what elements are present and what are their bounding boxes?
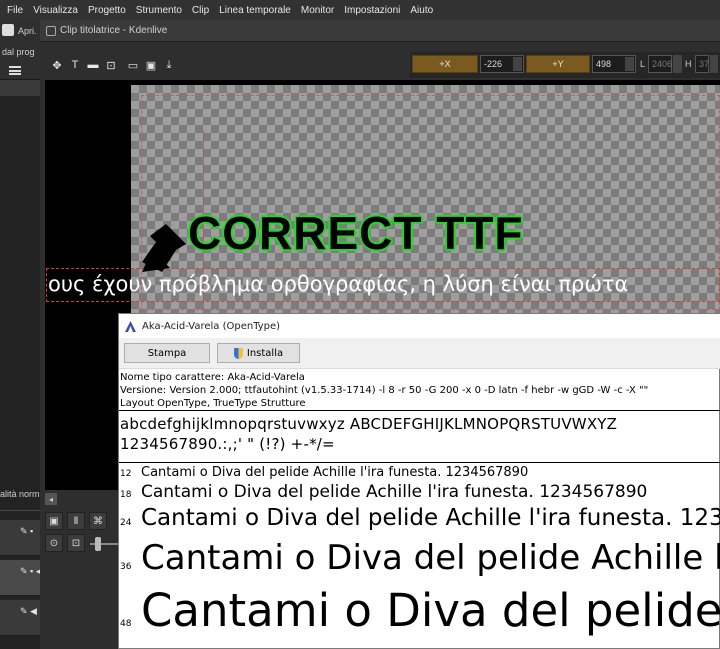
sample-size-12: 12 — [120, 469, 132, 479]
height-value: 37 — [699, 59, 709, 69]
sample-text-36: Cantami o Diva del pelide Achille l'ira … — [141, 538, 720, 578]
menu-view[interactable]: Visualizza — [28, 5, 83, 16]
align-fit-icon[interactable]: ⌘ — [89, 512, 107, 530]
x-button[interactable]: +X — [412, 55, 478, 73]
bin-row[interactable] — [0, 80, 40, 96]
menu-settings[interactable]: Impostazioni — [339, 5, 405, 16]
text-tool-icon[interactable]: T — [66, 56, 84, 74]
shield-icon — [233, 347, 243, 359]
font-viewer-titlebar: Aka-Acid-Varela (OpenType) — [119, 314, 720, 338]
y-button[interactable]: +Y — [526, 55, 590, 73]
sample-size-18: 18 — [120, 490, 132, 500]
menu-timeline[interactable]: Linea temporale — [214, 5, 296, 16]
menu-file[interactable]: File — [2, 5, 28, 16]
project-label: dal prog — [2, 47, 35, 57]
x-spinbox[interactable]: -226 — [480, 55, 524, 73]
main-menubar: File Visualizza Progetto Strumento Clip … — [0, 0, 720, 20]
width-spinbox[interactable]: 2406 — [648, 55, 672, 73]
ellipse-tool-icon[interactable]: ⊡ — [102, 56, 120, 74]
zoom-fit-icon[interactable]: ⊙ — [45, 534, 63, 552]
canvas-text-item[interactable]: ους έχουν πρόβλημα ορθογραφίας, η λύση ε… — [48, 272, 628, 296]
zoom-original-icon[interactable]: ⊡ — [67, 534, 85, 552]
folder-icon[interactable] — [2, 24, 14, 36]
spin-arrows-icon[interactable] — [673, 55, 682, 73]
install-button[interactable]: Installa — [217, 343, 300, 363]
font-viewer-toolbar: Stampa Installa — [119, 338, 720, 369]
menu-tool[interactable]: Strumento — [131, 5, 187, 16]
menu-icon[interactable] — [9, 66, 21, 75]
height-spinbox[interactable]: 37 — [695, 55, 709, 73]
charset-lowercase-uppercase: abcdefghijklmnopqrstuvwxyz ABCDEFGHIJKLM… — [120, 415, 618, 433]
font-version-info: Versione: Version 2.000; ttfautohint (v1… — [120, 385, 649, 396]
x-value: -226 — [484, 59, 503, 69]
divider — [119, 462, 720, 463]
sample-text-48: Cantami o Diva del pelide Achille — [141, 584, 720, 637]
y-spinbox[interactable]: 498 — [592, 55, 636, 73]
sample-size-36: 36 — [120, 562, 132, 572]
width-label: L — [640, 59, 646, 69]
menu-help[interactable]: Aiuto — [405, 5, 438, 16]
spin-arrows-icon[interactable] — [710, 55, 718, 73]
zoom-slider-handle[interactable] — [95, 537, 101, 551]
correct-ttf-annotation: CORRECT TTF — [188, 207, 524, 259]
menu-monitor[interactable]: Monitor — [296, 5, 339, 16]
divider — [119, 410, 720, 411]
open-button-label[interactable]: Apri. — [18, 26, 40, 36]
install-button-label: Installa — [246, 347, 284, 359]
quality-label: alità norm — [0, 489, 40, 499]
open-document-icon[interactable]: ▭ — [124, 56, 142, 74]
spin-arrows-icon[interactable] — [625, 57, 634, 71]
sample-size-24: 24 — [120, 518, 132, 528]
rectangle-tool-icon[interactable]: ▬ — [84, 56, 102, 74]
image-tool-icon[interactable]: ▣ — [45, 512, 63, 530]
scroll-left-icon[interactable]: ◂ — [45, 493, 57, 505]
track-lock-icon[interactable]: ✎ ▪ — [20, 526, 33, 537]
width-value: 2406 — [652, 59, 673, 69]
font-layout-info: Layout OpenType, TrueType Strutture — [120, 398, 306, 409]
menu-project[interactable]: Progetto — [83, 5, 131, 16]
select-tool-icon[interactable]: ✥ — [48, 56, 66, 74]
sample-text-18: Cantami o Diva del pelide Achille l'ira … — [141, 482, 648, 502]
titler-titlebar: Clip titolatrice - Kdenlive — [40, 20, 720, 42]
sample-text-24: Cantami o Diva del pelide Achille l'ira … — [141, 505, 720, 531]
sample-size-48: 48 — [120, 619, 132, 629]
font-name-info: Nome tipo carattere: Aka-Acid-Varela — [120, 372, 305, 383]
kdenlive-icon — [46, 25, 56, 36]
titler-toolbar: ✥ T ▬ ⊡ ▭ ▣ ⤓ +X -226 +Y 498 L 2406 H 37 — [40, 52, 720, 78]
titler-bottom-toolbar: ◂ ▣ Ⅱ ⌘ ⊙ ⊡ — [40, 490, 120, 649]
font-icon — [125, 320, 136, 332]
height-label: H — [685, 59, 692, 69]
save-icon[interactable]: ▣ — [142, 56, 160, 74]
charset-digits-symbols: 1234567890.:,;' " (!?) +-*/= — [120, 435, 335, 453]
menu-clip[interactable]: Clip — [187, 5, 214, 16]
print-button[interactable]: Stampa — [124, 343, 210, 363]
download-icon[interactable]: ⤓ — [160, 56, 178, 74]
align-center-icon[interactable]: Ⅱ — [67, 512, 85, 530]
arrow-annotation-icon — [142, 224, 186, 272]
divider — [0, 510, 40, 511]
project-bin-header: Apri. dal prog — [0, 20, 40, 80]
font-viewer-title: Aka-Acid-Varela (OpenType) — [142, 320, 281, 332]
y-value: 498 — [596, 59, 612, 69]
titler-title: Clip titolatrice - Kdenlive — [60, 25, 168, 36]
sample-text-12: Cantami o Diva del pelide Achille l'ira … — [141, 465, 529, 480]
spin-arrows-icon[interactable] — [513, 57, 522, 71]
